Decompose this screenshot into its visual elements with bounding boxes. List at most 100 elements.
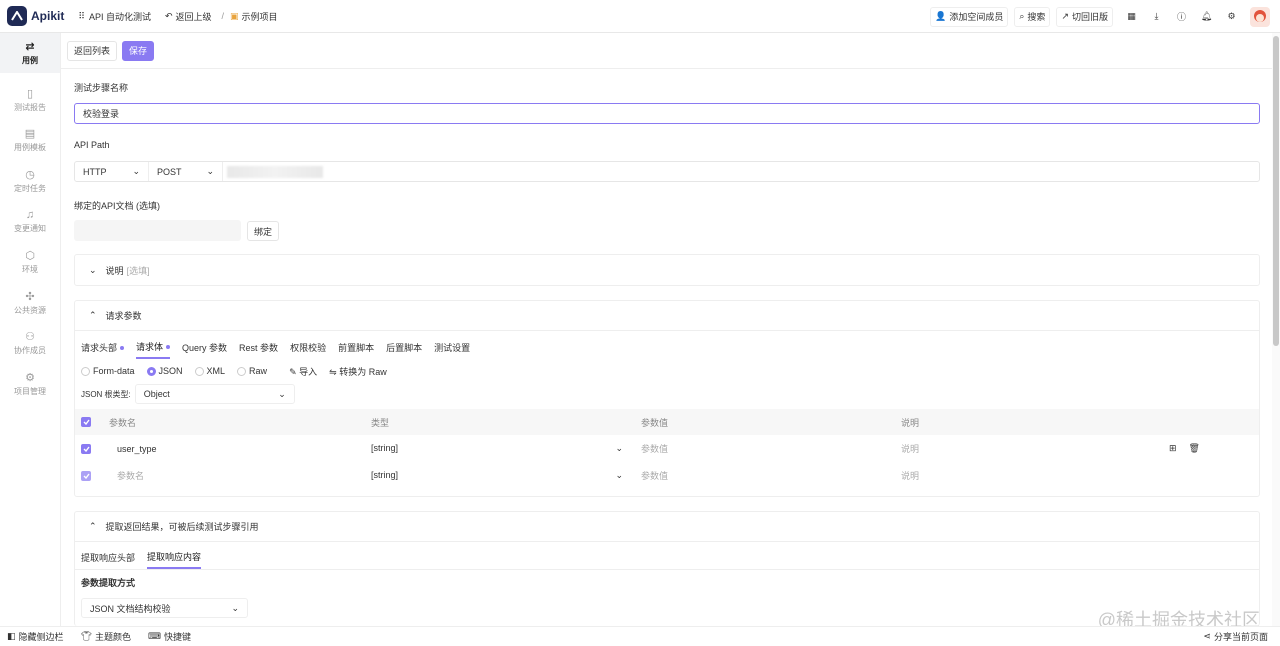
arrows-icon: ⇄: [25, 41, 35, 53]
project-switcher[interactable]: ⠿ API 自动化测试: [78, 10, 151, 23]
param-type-select[interactable]: [string] ⌄: [361, 470, 631, 481]
request-params-header[interactable]: ⌃ 请求参数: [75, 301, 1259, 331]
save-button[interactable]: 保存: [122, 40, 155, 61]
sidebar: ⇄ 用例 ▯ 测试报告 ▤ 用例模板 ◷ 定时任务 ♫ 变更通知 ⬡ 环境 ✣ …: [0, 33, 61, 626]
radio-label: Form-data: [93, 365, 135, 376]
param-value-input[interactable]: 参数值: [631, 469, 895, 482]
sidebar-item-cases[interactable]: ⇄ 用例: [0, 33, 60, 73]
import-button[interactable]: ✎ 导入: [289, 365, 317, 378]
sidebar-item-members[interactable]: ⚇ 协作成员: [0, 323, 60, 363]
tab-headers[interactable]: 请求头部: [81, 337, 125, 358]
tab-extract-headers[interactable]: 提取响应头部: [81, 547, 135, 568]
param-desc-input[interactable]: 说明: [895, 442, 1159, 455]
add-member-button[interactable]: 👤 添加空间成员: [930, 6, 1009, 27]
download-icon[interactable]: ⤓: [1144, 11, 1169, 22]
param-name-input[interactable]: user_type: [103, 444, 361, 454]
sidebar-item-schedules[interactable]: ◷ 定时任务: [0, 161, 60, 201]
row-checkbox[interactable]: [75, 470, 103, 481]
back-to-list-button[interactable]: 返回列表: [67, 40, 118, 61]
example-project-label: 示例项目: [241, 11, 278, 22]
hide-sidebar-label: 隐藏侧边栏: [18, 632, 64, 642]
step-name-label: 测试步骤名称: [74, 83, 129, 93]
env-icon: ⬡: [25, 250, 35, 262]
method-value: POST: [157, 166, 182, 177]
settings-gear-icon[interactable]: ⚙: [1219, 11, 1244, 22]
add-row-icon[interactable]: ⊞: [1169, 443, 1177, 454]
tab-post-script[interactable]: 后置脚本: [386, 337, 422, 358]
gift-icon: ▣: [230, 10, 239, 21]
chevron-up-icon: ⌃: [89, 310, 97, 320]
sidebar-item-label: 定时任务: [14, 184, 46, 193]
main-content: 返回列表 保存 测试步骤名称 校验登录 API Path HTTP ⌄ POST…: [61, 33, 1280, 626]
chevron-down-icon: ⌄: [615, 470, 623, 480]
theme-color-button[interactable]: 👕︎ 主题颜色: [81, 630, 131, 643]
share-page-button[interactable]: ⋖ 分享当前页面: [1203, 630, 1268, 643]
scrollbar-thumb[interactable]: [1273, 36, 1279, 346]
convert-raw-button[interactable]: ⇋ 转换为 Raw: [329, 365, 387, 378]
sidebar-item-label: 协作成员: [14, 346, 46, 355]
param-desc-input[interactable]: 说明: [895, 469, 1159, 482]
select-all-checkbox[interactable]: [75, 417, 103, 427]
back-up-link[interactable]: ↶ 返回上级: [165, 10, 212, 23]
sidebar-item-label: 测试报告: [14, 103, 46, 112]
extract-result-header[interactable]: ⌃ 提取返回结果，可被后续测试步骤引用: [75, 512, 1259, 542]
method-select[interactable]: POST ⌄: [149, 162, 223, 181]
extract-method-select[interactable]: JSON 文档结构校验 ⌄: [81, 598, 248, 618]
radio-circle: [237, 367, 247, 377]
radio-form-data[interactable]: Form-data: [81, 365, 135, 377]
tab-extract-content[interactable]: 提取响应内容: [147, 546, 202, 569]
radio-circle: [81, 367, 90, 377]
step-name-input[interactable]: 校验登录: [74, 103, 1260, 124]
radio-raw[interactable]: Raw: [237, 366, 267, 377]
sub-toolbar: 返回列表 保存: [61, 33, 1280, 69]
param-type-select[interactable]: [string] ⌄: [361, 443, 631, 454]
radio-xml[interactable]: XML: [194, 366, 225, 377]
radio-json[interactable]: JSON: [146, 366, 183, 377]
avatar[interactable]: [1250, 6, 1270, 27]
old-version-button[interactable]: ↗ 切回旧版: [1056, 6, 1113, 27]
logo[interactable]: Apikit: [7, 6, 64, 26]
protocol-select[interactable]: HTTP ⌄: [75, 162, 149, 181]
param-name-input[interactable]: 参数名: [103, 469, 361, 482]
clock-icon: ◷: [25, 169, 35, 181]
tab-rest[interactable]: Rest 参数: [239, 337, 278, 358]
notification-bell-icon[interactable]: 🔔︎: [1194, 11, 1219, 22]
hide-sidebar-button[interactable]: ◧ 隐藏侧边栏: [7, 630, 64, 643]
api-path-input-redacted[interactable]: [227, 165, 323, 178]
bind-button[interactable]: 绑定: [247, 221, 280, 241]
calendar-icon[interactable]: ▦: [1119, 11, 1144, 22]
bell-icon: ♫: [25, 208, 35, 221]
help-icon[interactable]: ⓘ: [1169, 10, 1194, 23]
sidebar-item-notifications[interactable]: ♫ 变更通知: [0, 201, 60, 241]
shortcuts-button[interactable]: ⌨ 快捷键: [148, 630, 191, 643]
sidebar-item-resources[interactable]: ✣ 公共资源: [0, 283, 60, 323]
sidebar-item-environment[interactable]: ⬡ 环境: [0, 242, 60, 282]
search-label: 搜索: [1027, 12, 1046, 22]
protocol-value: HTTP: [83, 166, 107, 177]
theme-color-label: 主题颜色: [94, 632, 131, 642]
column-header-value: 参数值: [641, 417, 669, 428]
row-actions: ⊞ 🗑︎: [1159, 443, 1259, 454]
sidebar-item-label: 用例: [22, 56, 38, 65]
tab-test-settings[interactable]: 测试设置: [434, 337, 470, 358]
json-root-select[interactable]: Object ⌄: [134, 384, 295, 404]
sidebar-item-reports[interactable]: ▯ 测试报告: [0, 80, 60, 120]
tab-body[interactable]: 请求体: [136, 336, 171, 359]
description-panel-header[interactable]: ⌄ 说明 [选填]: [75, 255, 1259, 285]
search-button[interactable]: ⌕ 搜索: [1014, 6, 1051, 27]
row-checkbox[interactable]: [75, 443, 103, 454]
sidebar-item-project-management[interactable]: ⚙ 项目管理: [0, 364, 60, 404]
example-project-link[interactable]: ▣ 示例项目: [230, 10, 278, 23]
table-row: user_type [string] ⌄ 参数值 说明 ⊞ 🗑︎: [75, 435, 1259, 462]
report-icon: ▯: [26, 88, 34, 100]
tab-pre-script[interactable]: 前置脚本: [338, 337, 374, 358]
bind-doc-input[interactable]: [74, 220, 241, 241]
edit-icon: ✎: [289, 366, 297, 377]
param-value-input[interactable]: 参数值: [631, 442, 895, 455]
tab-query[interactable]: Query 参数: [182, 337, 227, 358]
params-table: 参数名 类型 参数值 说明 user_type [string] ⌄ 参数值 说明…: [75, 409, 1259, 489]
breadcrumb-separator: /: [221, 11, 225, 21]
trash-icon[interactable]: 🗑︎: [1189, 443, 1200, 454]
sidebar-item-templates[interactable]: ▤ 用例模板: [0, 120, 60, 160]
tab-auth[interactable]: 权限校验: [290, 337, 326, 358]
